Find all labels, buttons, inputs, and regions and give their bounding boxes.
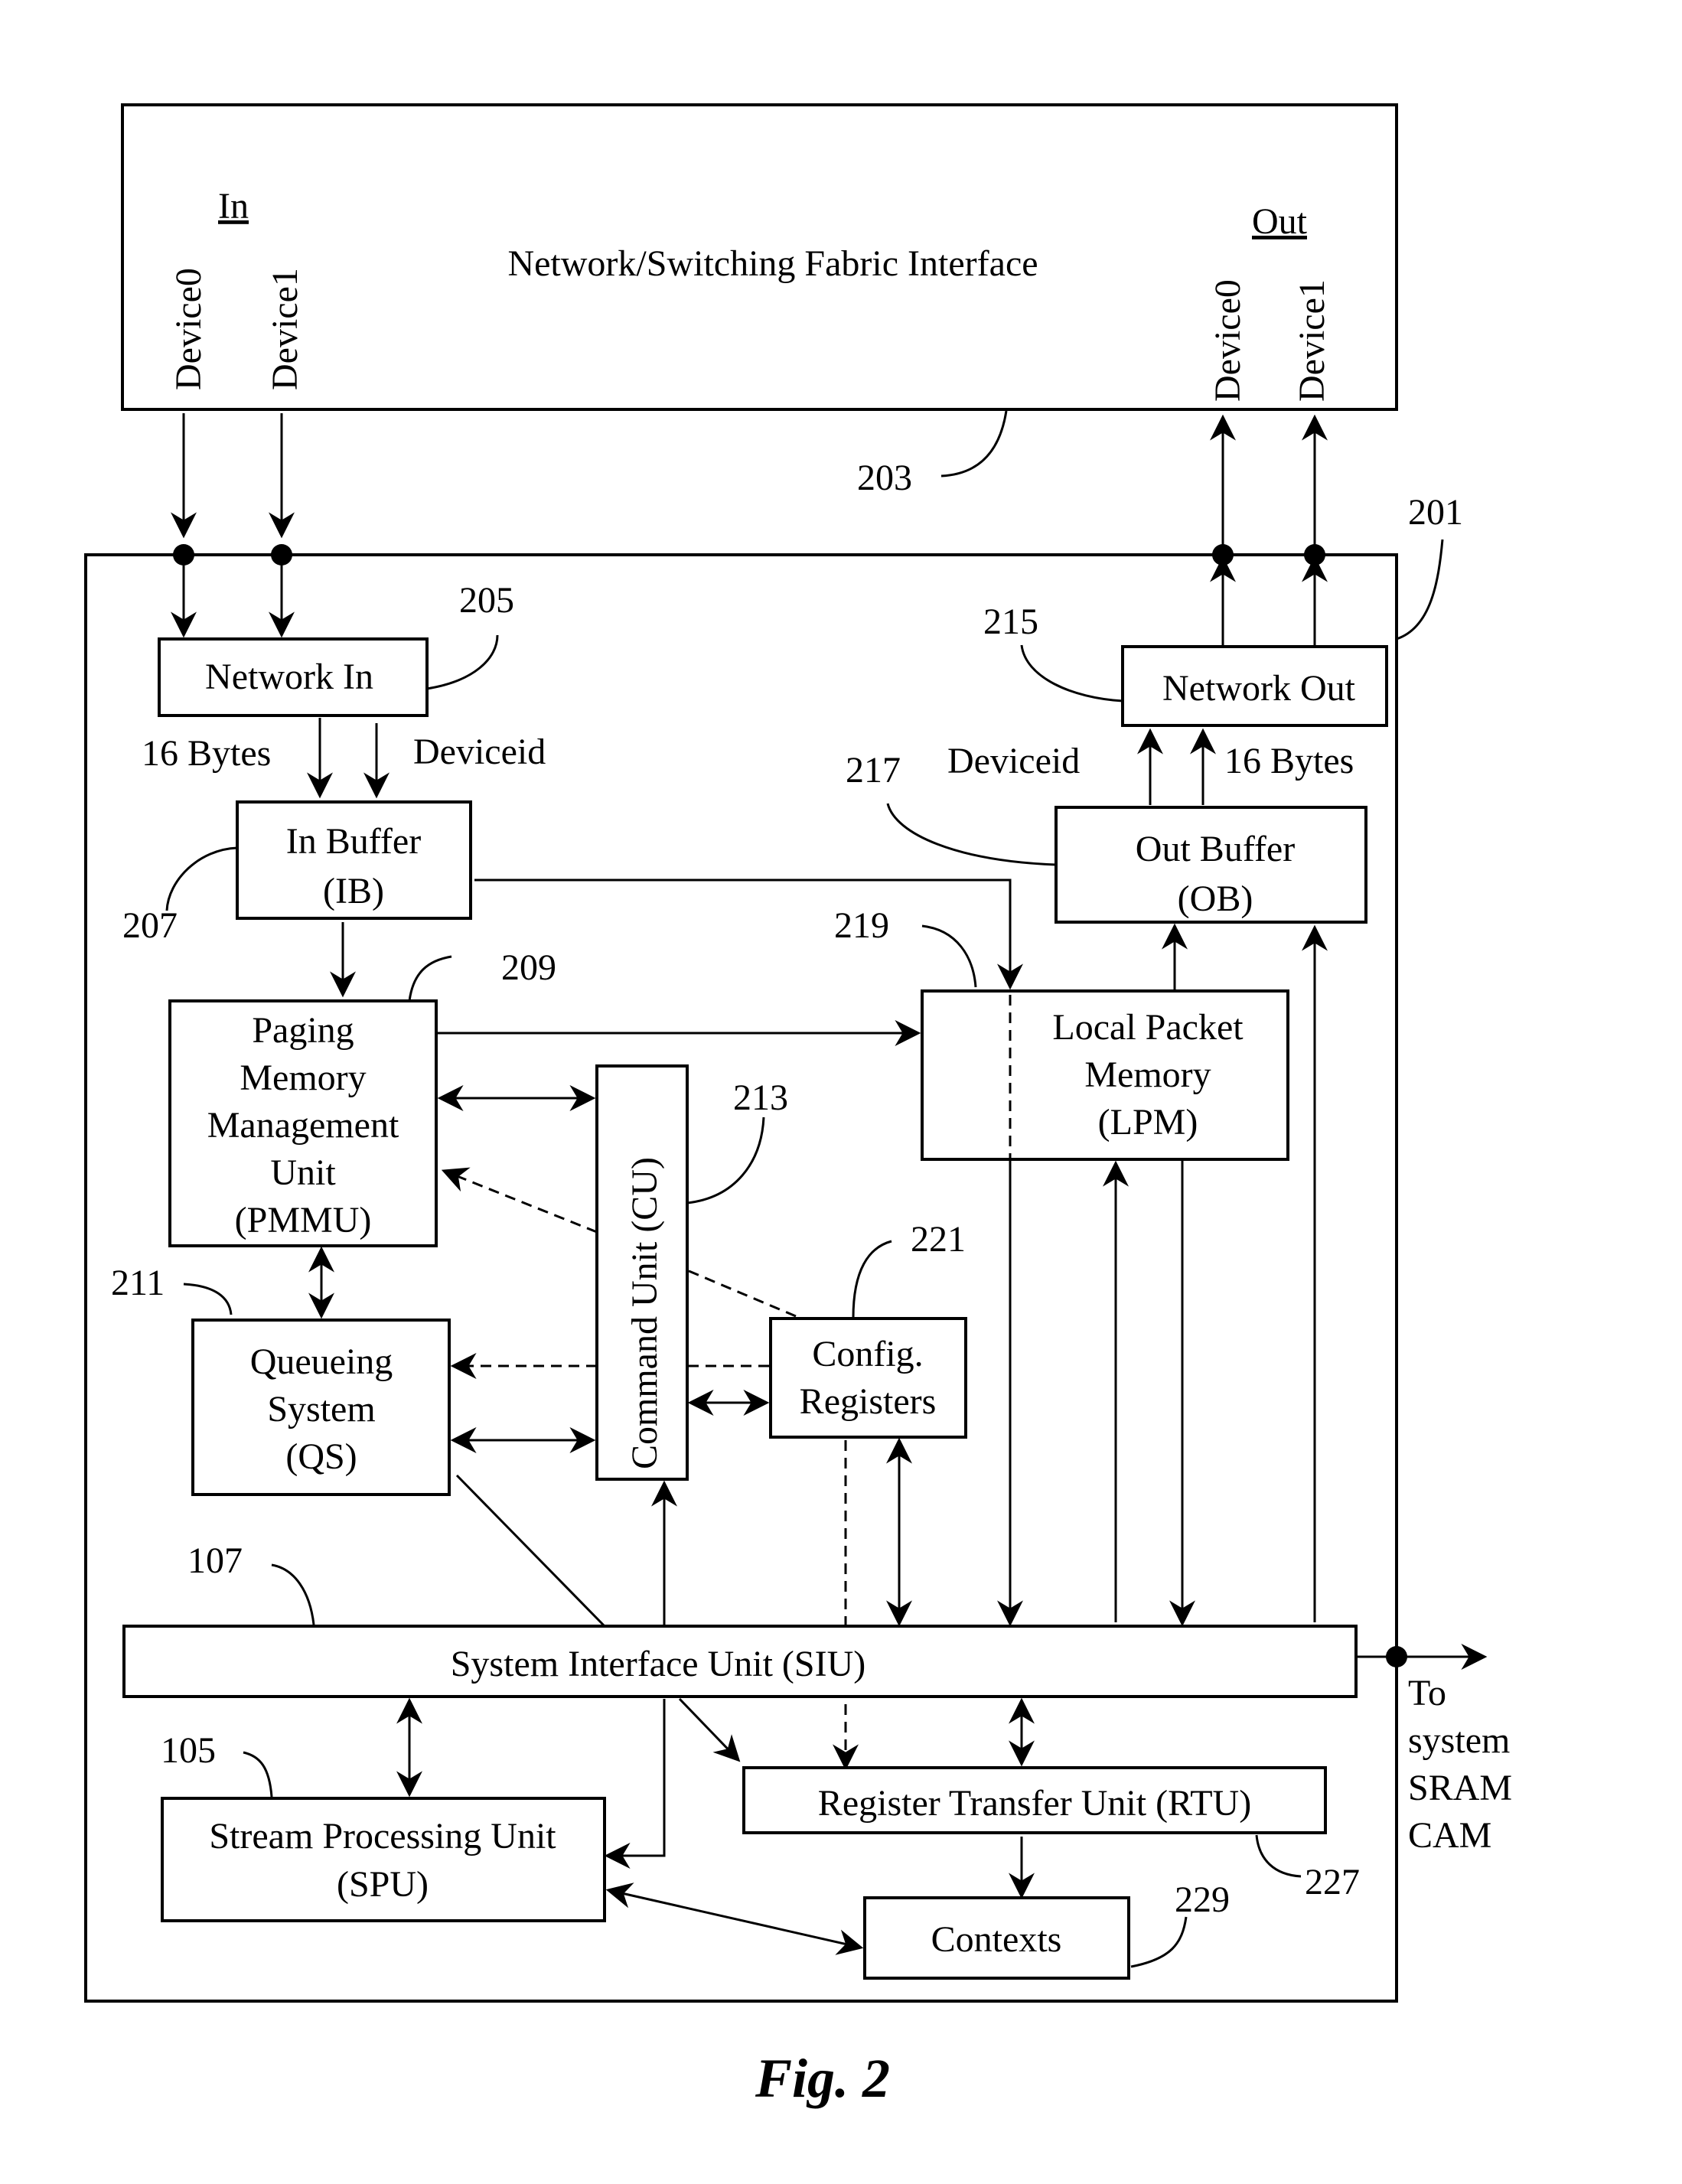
fabric-out-label: Out: [1252, 201, 1308, 242]
network-in-ref: 205: [459, 580, 514, 621]
qs-label-1: Queueing: [250, 1341, 393, 1382]
cu-label: Command Unit (CU): [624, 1157, 665, 1469]
siu-label: System Interface Unit (SIU): [451, 1644, 866, 1684]
out-bytes-label: 16 Bytes: [1224, 741, 1354, 781]
network-in-label: Network In: [205, 657, 373, 697]
spu-label-2: (SPU): [337, 1864, 429, 1905]
spu-label-1: Stream Processing Unit: [209, 1816, 556, 1856]
lpm-label-1: Local Packet: [1052, 1007, 1244, 1048]
in-buffer-ref: 207: [122, 905, 178, 946]
pmmu-label-4: Unit: [270, 1152, 336, 1193]
external-label-3: SRAM: [1408, 1768, 1512, 1808]
contexts-label: Contexts: [931, 1919, 1062, 1960]
fabric-out-device0: Device0: [1208, 279, 1248, 402]
qs-label-2: System: [267, 1389, 375, 1429]
fabric-in-device0: Device0: [168, 268, 209, 390]
config-label-2: Registers: [800, 1381, 937, 1422]
external-label-1: To: [1408, 1673, 1446, 1713]
fabric-in-device1: Device1: [265, 268, 305, 390]
pmmu-label-3: Management: [207, 1105, 399, 1146]
in-bytes-label: 16 Bytes: [142, 733, 271, 774]
pmmu-ref: 209: [501, 947, 556, 988]
pmmu-label-1: Paging: [252, 1010, 354, 1051]
spu-ref: 105: [161, 1730, 216, 1771]
rtu-ref: 227: [1305, 1862, 1360, 1902]
fabric-ref-leader: [940, 410, 1008, 478]
lpm-ref: 219: [834, 905, 889, 946]
qs-ref: 211: [111, 1263, 165, 1303]
rtu-label: Register Transfer Unit (RTU): [818, 1783, 1251, 1824]
figure-caption: Fig. 2: [755, 2048, 890, 2109]
out-buffer-ref: 217: [846, 750, 901, 790]
network-out-ref: 215: [983, 601, 1038, 642]
lpm-label-2: Memory: [1084, 1055, 1211, 1095]
fabric-ref: 203: [857, 458, 912, 498]
external-port-dot: [1386, 1646, 1407, 1667]
config-ref: 221: [911, 1219, 966, 1260]
pmmu-label-5: (PMMU): [235, 1200, 372, 1240]
fabric-in-label: In: [218, 186, 249, 227]
out-buffer-label-1: Out Buffer: [1136, 829, 1295, 869]
fabric-out-device1: Device1: [1292, 279, 1332, 402]
block-diagram: Network/Switching Fabric Interface In Ou…: [84, 103, 1512, 2109]
in-deviceid-label: Deviceid: [413, 732, 546, 772]
out-buffer-label-2: (OB): [1178, 878, 1253, 919]
qs-label-3: (QS): [285, 1436, 357, 1477]
out-deviceid-label: Deviceid: [947, 741, 1080, 781]
network-out-label: Network Out: [1162, 668, 1356, 709]
fabric-title: Network/Switching Fabric Interface: [507, 243, 1038, 284]
chip-ref-leader: [1396, 539, 1444, 641]
pmmu-label-2: Memory: [240, 1058, 366, 1098]
contexts-ref: 229: [1175, 1879, 1230, 1920]
in-buffer-label-1: In Buffer: [286, 821, 421, 862]
in-buffer-label-2: (IB): [323, 871, 384, 911]
chip-ref: 201: [1408, 492, 1463, 533]
external-label-4: CAM: [1408, 1815, 1491, 1856]
config-label-1: Config.: [812, 1334, 923, 1374]
external-label-2: system: [1408, 1720, 1510, 1761]
cu-ref: 213: [733, 1077, 788, 1118]
lpm-label-3: (LPM): [1098, 1102, 1198, 1143]
siu-ref: 107: [187, 1540, 243, 1581]
